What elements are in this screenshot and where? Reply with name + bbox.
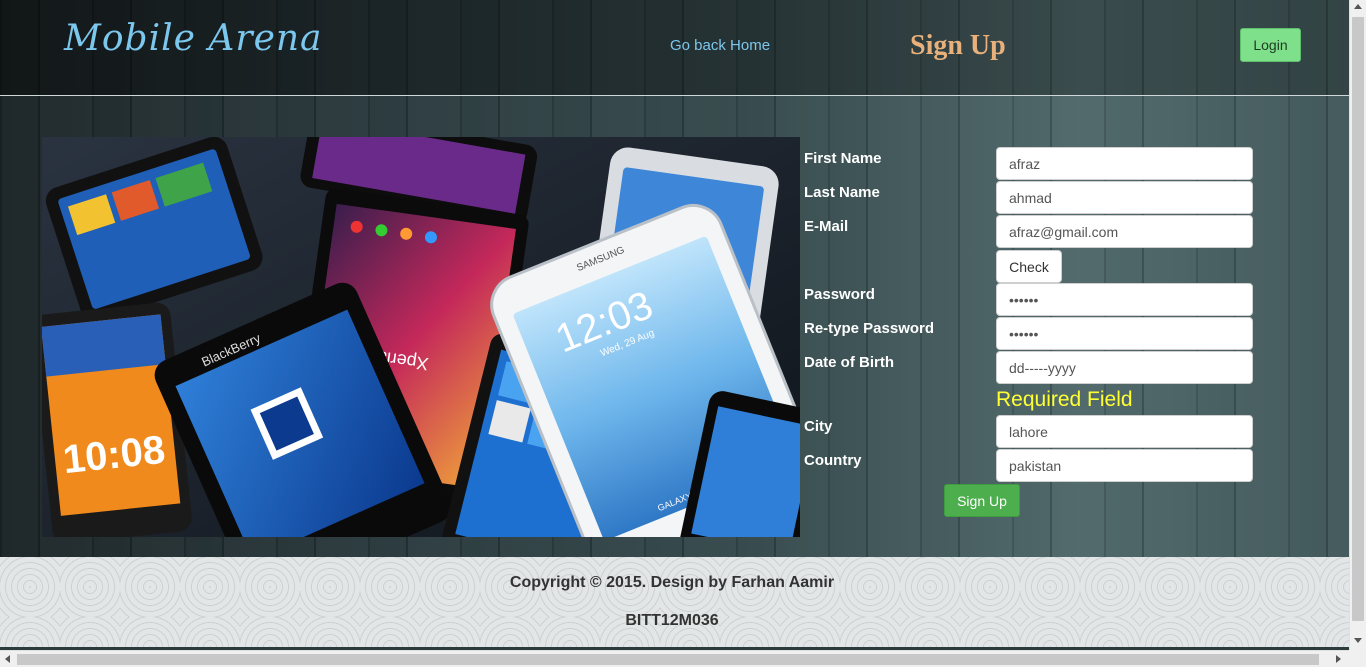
site-header: Mobile Arena Go back Home Sign Up Login xyxy=(0,0,1349,96)
retype-password-label: Re-type Password xyxy=(804,320,935,337)
site-footer: Copyright © 2015. Design by Farhan Aamir… xyxy=(0,557,1349,647)
sign-up-button[interactable]: Sign Up xyxy=(944,484,1020,517)
phone-htc: 10:08 xyxy=(42,302,192,537)
required-field-message: Required Field xyxy=(996,388,1133,411)
login-button[interactable]: Login xyxy=(1240,28,1301,62)
scroll-left-icon[interactable] xyxy=(5,655,10,663)
scroll-right-icon[interactable] xyxy=(1336,655,1341,663)
password-field[interactable] xyxy=(996,283,1253,316)
city-field[interactable] xyxy=(996,415,1253,448)
email-label: E-Mail xyxy=(804,218,849,235)
password-label: Password xyxy=(804,286,875,303)
roll-number-text: BITT12M036 xyxy=(625,612,719,629)
last-name-label: Last Name xyxy=(804,184,880,201)
site-logo[interactable]: Mobile Arena xyxy=(64,18,323,59)
country-field[interactable] xyxy=(996,449,1253,482)
vertical-scroll-thumb[interactable] xyxy=(1352,17,1364,621)
scroll-down-icon[interactable] xyxy=(1354,638,1362,643)
page-title: Sign Up xyxy=(910,30,1006,61)
city-label: City xyxy=(804,418,833,435)
first-name-field[interactable] xyxy=(996,147,1253,180)
horizontal-scroll-thumb[interactable] xyxy=(17,654,1319,665)
scroll-up-icon[interactable] xyxy=(1354,4,1362,9)
go-back-home-link[interactable]: Go back Home xyxy=(670,37,770,54)
scrollbar-corner xyxy=(1349,650,1366,667)
vertical-scrollbar[interactable] xyxy=(1349,0,1366,650)
first-name-label: First Name xyxy=(804,150,882,167)
phones-collage-image: Xperia Z 10:08 BlackBerry 12:03 Wed, 29 … xyxy=(42,137,800,537)
retype-password-field[interactable] xyxy=(996,317,1253,350)
check-email-button[interactable]: Check xyxy=(996,250,1062,283)
dob-label: Date of Birth xyxy=(804,354,894,371)
email-field[interactable] xyxy=(996,215,1253,248)
horizontal-scrollbar[interactable] xyxy=(0,650,1349,667)
last-name-field[interactable] xyxy=(996,181,1253,214)
dob-field[interactable] xyxy=(996,351,1253,384)
copyright-text: Copyright © 2015. Design by Farhan Aamir xyxy=(509,574,835,591)
country-label: Country xyxy=(804,452,862,469)
